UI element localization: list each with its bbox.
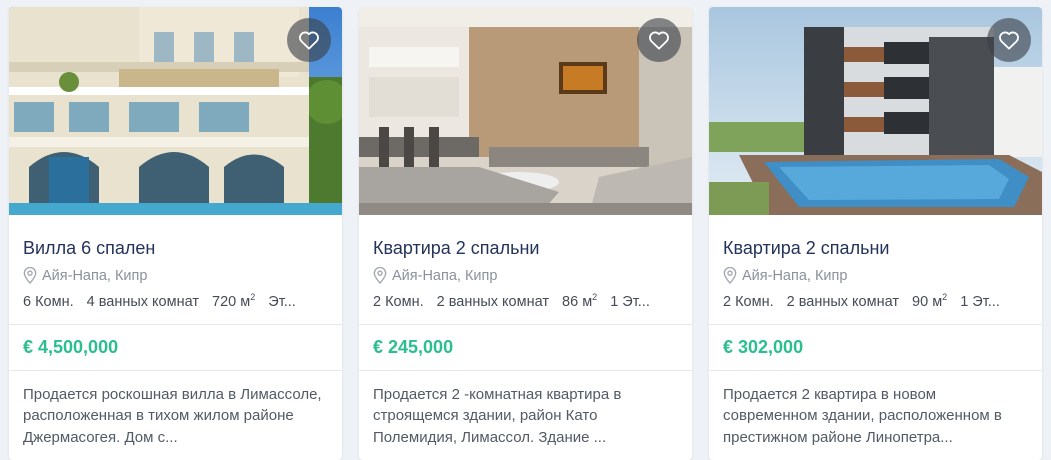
area-value: 720 м [212,293,251,310]
bathrooms-count: 2 ванных комнат [436,293,549,310]
listing-card[interactable]: Квартира 2 спальни Айя-Напа, Кипр 2 Комн… [359,7,692,460]
location-text: Айя-Напа, Кипр [742,267,848,284]
rooms-count: 6 Комн. [23,293,74,310]
listing-grid: Вилла 6 спален Айя-Напа, Кипр 6 Комн. 4 … [0,0,1051,460]
rooms-count: 2 Комн. [723,293,774,310]
listing-specs: 2 Комн. 2 ванных комнат 86 м2 1 Эт... [373,292,678,310]
heart-icon [999,31,1019,50]
area-unit-sup: 2 [942,292,948,302]
bathrooms-count: 4 ванных комнат [86,293,199,310]
rooms-count: 2 Комн. [373,293,424,310]
favorite-button[interactable] [987,18,1031,62]
listing-card[interactable]: Квартира 2 спальни Айя-Напа, Кипр 2 Комн… [709,7,1042,460]
heart-icon [299,31,319,50]
listing-photo[interactable] [359,7,692,215]
listing-title[interactable]: Вилла 6 спален [23,237,328,259]
listing-description: Продается 2 -комнатная квартира в строящ… [373,385,622,446]
floor: 1 Эт... [610,293,650,310]
favorite-button[interactable] [637,18,681,62]
area: 90 м2 [912,292,948,310]
bathrooms-count: 2 ванных комнат [786,293,899,310]
listing-photo[interactable] [9,7,342,215]
listing-title[interactable]: Квартира 2 спальни [373,237,678,259]
favorite-button[interactable] [287,18,331,62]
listing-price: € 302,000 [723,336,804,357]
floor: 1 Эт... [960,293,1000,310]
location-text: Айя-Напа, Кипр [42,267,148,284]
floor: Эт... [268,293,296,310]
heart-icon [649,31,669,50]
map-pin-icon [723,267,737,284]
listing-price: € 4,500,000 [23,336,119,357]
area: 720 м2 [212,292,256,310]
area-unit-sup: 2 [250,292,256,302]
listing-description: Продается 2 квартира в новом современном… [723,385,1002,446]
area-unit-sup: 2 [592,292,598,302]
map-pin-icon [373,267,387,284]
listing-title[interactable]: Квартира 2 спальни [723,237,1028,259]
map-pin-icon [23,267,37,284]
area: 86 м2 [562,292,598,310]
listing-card[interactable]: Вилла 6 спален Айя-Напа, Кипр 6 Комн. 4 … [9,7,342,460]
area-value: 86 м [562,293,593,310]
listing-photo[interactable] [709,7,1042,215]
listing-location: Айя-Напа, Кипр [723,267,1028,284]
listing-location: Айя-Напа, Кипр [373,267,678,284]
listing-description: Продается роскошная вилла в Лимассоле, р… [23,385,322,446]
listing-price: € 245,000 [373,336,454,357]
area-value: 90 м [912,293,943,310]
listing-specs: 6 Комн. 4 ванных комнат 720 м2 Эт... [23,292,328,310]
listing-specs: 2 Комн. 2 ванных комнат 90 м2 1 Эт... [723,292,1028,310]
location-text: Айя-Напа, Кипр [392,267,498,284]
listing-location: Айя-Напа, Кипр [23,267,328,284]
